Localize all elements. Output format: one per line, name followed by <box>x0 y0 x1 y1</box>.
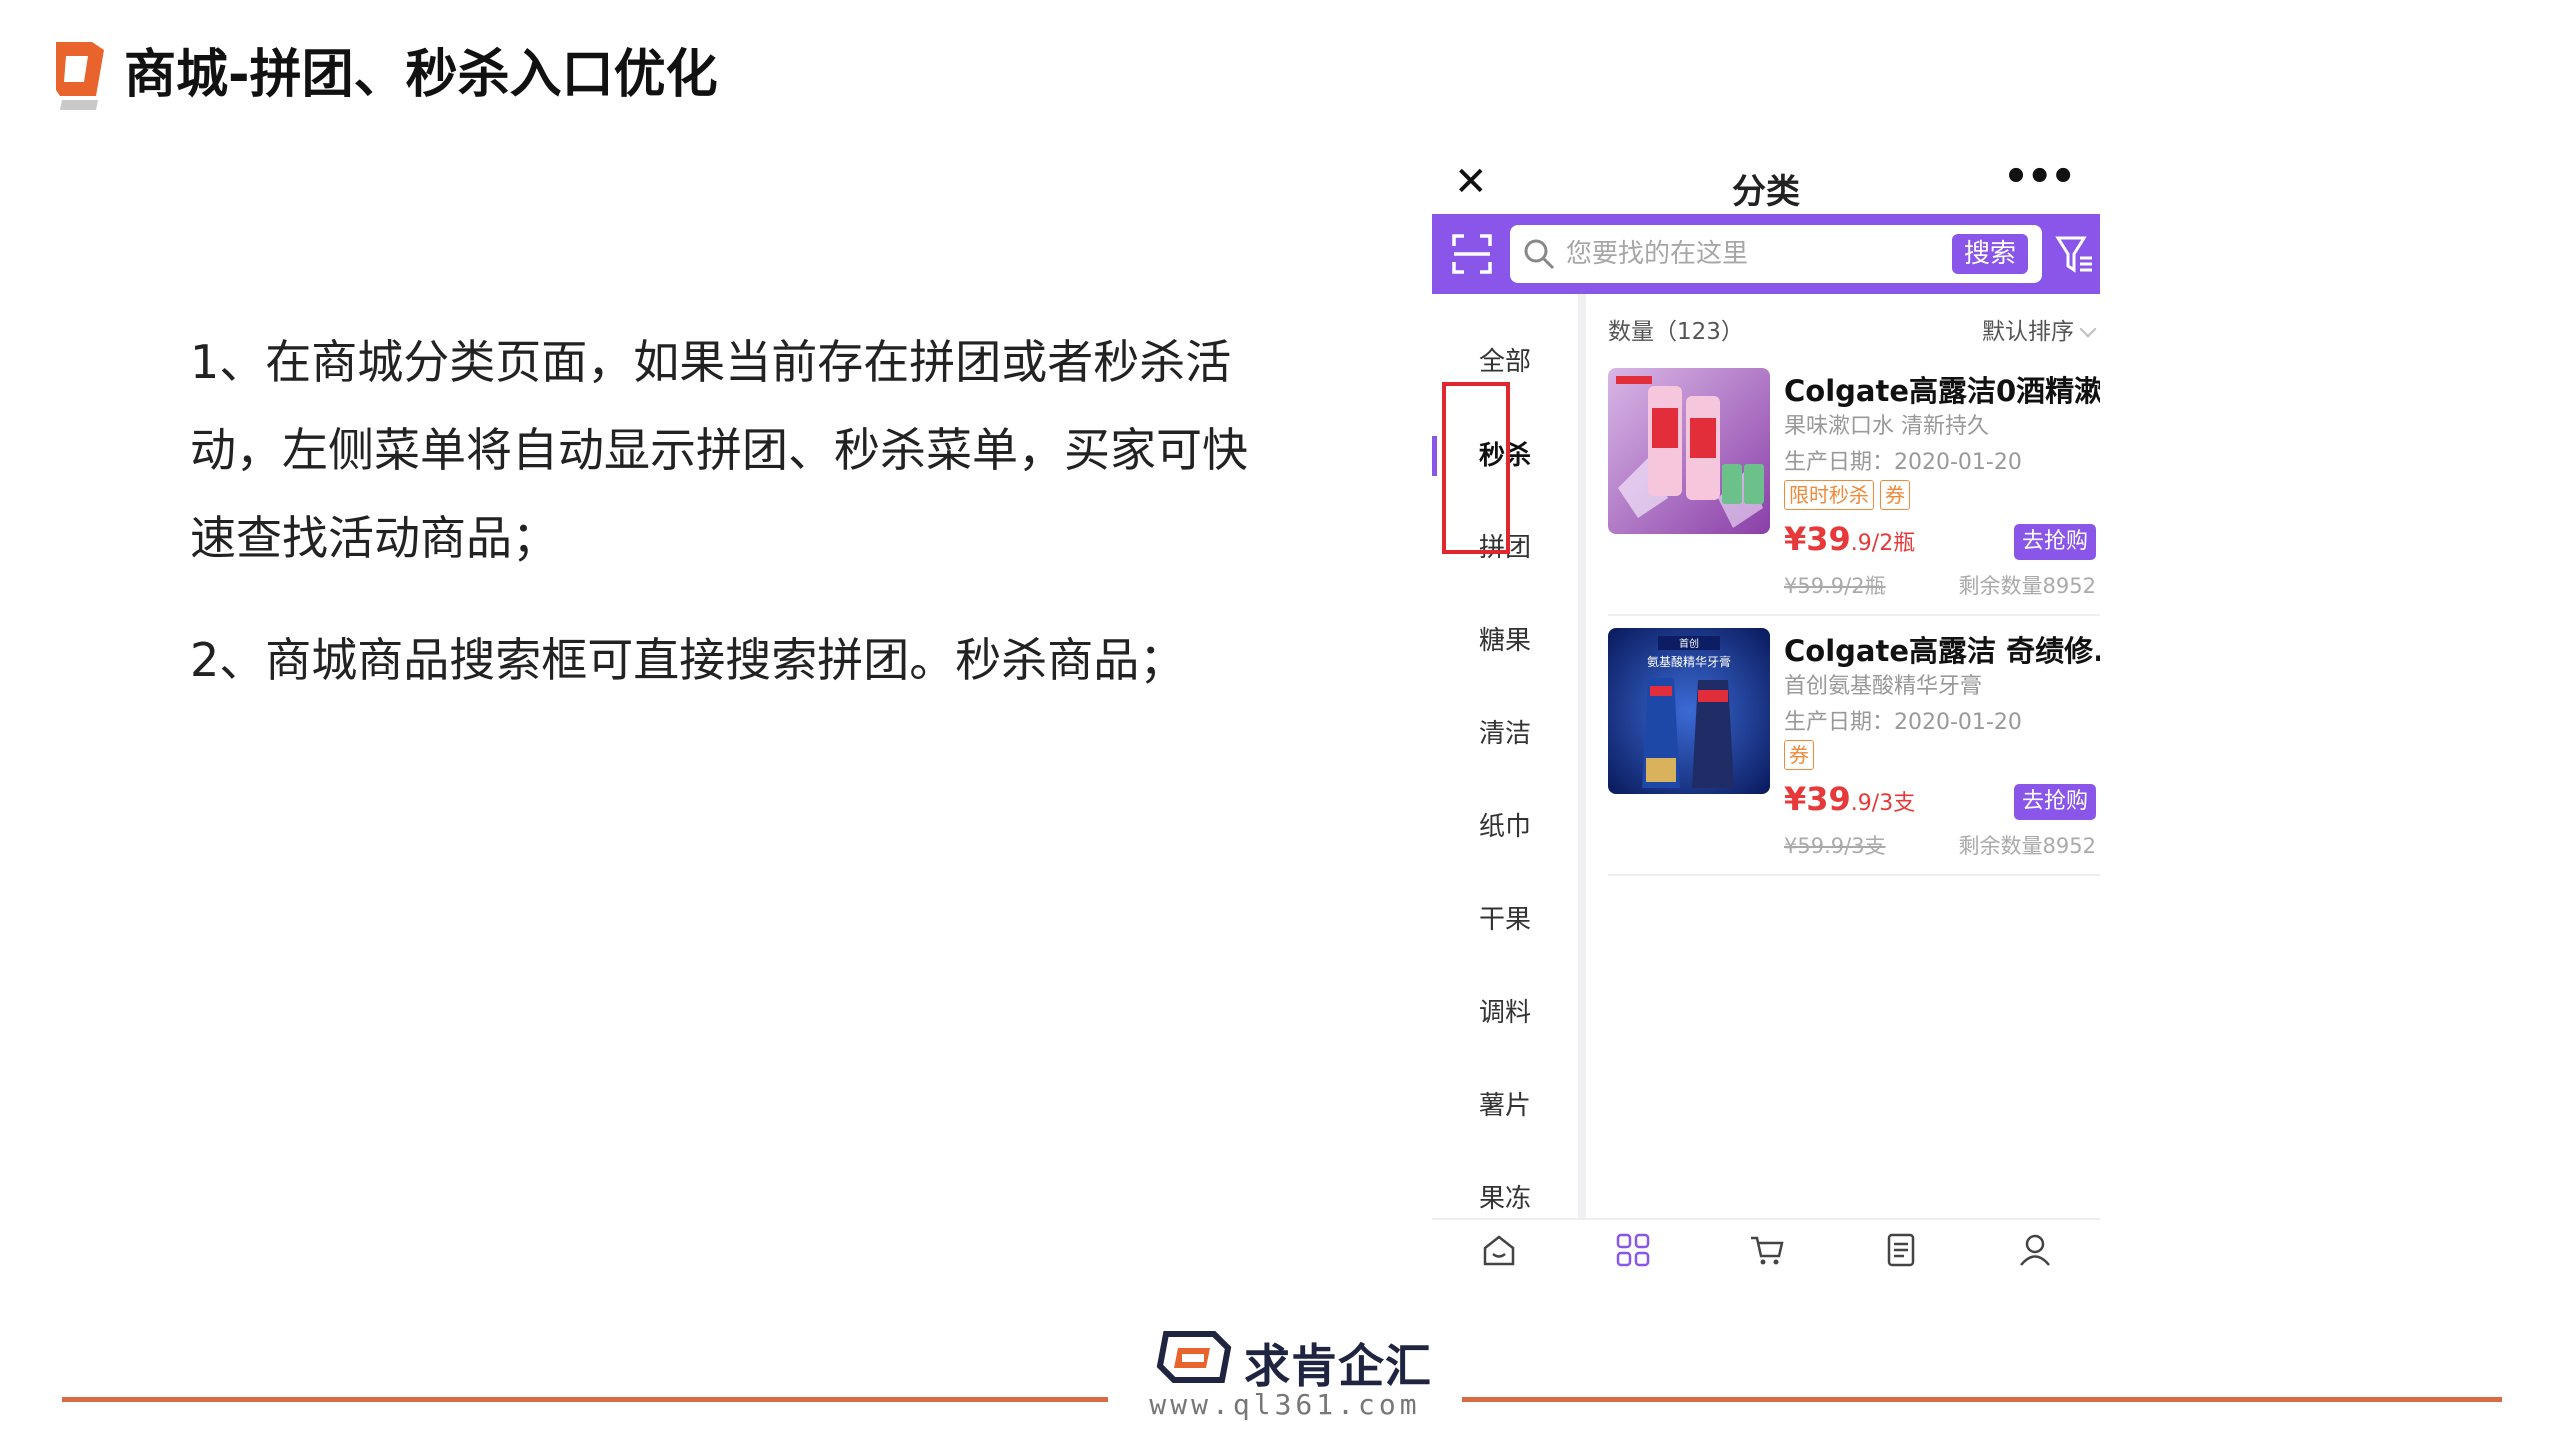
category-item-nuts[interactable]: 干果 <box>1432 890 1578 950</box>
price-unit: .9/3支 <box>1850 791 1916 816</box>
tab-category[interactable] <box>1566 1228 1700 1288</box>
search-placeholder: 您要找的在这里 <box>1566 239 1749 269</box>
nav-title: 分类 <box>1732 172 1800 212</box>
tag-coupon: 券 <box>1784 740 1814 770</box>
description-point-2: 2、商城商品搜索框可直接搜索拼团。秒杀商品； <box>190 633 1186 687</box>
count-label: 数量（123） <box>1608 319 1744 345</box>
product-price: ¥39.9/2瓶 <box>1784 520 1915 558</box>
product-card[interactable]: 首创 氨基酸精华牙膏 Colgate高露洁 奇绩修... 首创氨基酸精华牙膏 生… <box>1608 628 2100 876</box>
brand-name: 求肯企汇 <box>1244 1339 1432 1393</box>
sort-dropdown[interactable]: 默认排序 <box>1982 312 2097 346</box>
image-text-title: 氨基酸精华牙膏 <box>1647 654 1731 669</box>
search-bar: 您要找的在这里 搜索 <box>1432 214 2100 294</box>
category-item-seasoning[interactable]: 调料 <box>1432 983 1578 1043</box>
scan-icon[interactable] <box>1450 232 1494 276</box>
footer-brand: 求肯企汇 www.ql361.com <box>1108 1316 1462 1428</box>
cart-icon <box>1751 1236 1784 1265</box>
price-main: ¥39 <box>1784 780 1851 818</box>
footer-divider-right <box>1462 1397 2502 1402</box>
original-price: ¥59.9/2瓶 <box>1784 574 1886 598</box>
original-price: ¥59.9/3支 <box>1784 834 1886 858</box>
buy-now-button[interactable]: 去抢购 <box>2014 784 2096 820</box>
description: 1、在商城分类页面，如果当前存在拼团或者秒杀活动，左侧菜单将自动显示拼团、秒杀菜… <box>190 318 1290 704</box>
category-item-candy[interactable]: 糖果 <box>1432 611 1578 671</box>
sort-label: 默认排序 <box>1982 319 2074 345</box>
search-button[interactable]: 搜索 <box>1952 234 2028 274</box>
highlight-box <box>1442 382 1510 554</box>
category-sidebar: 全部 秒杀 拼团 糖果 清洁 纸巾 干果 调料 薯片 果冻 <box>1432 294 1578 1218</box>
brand-logo-icon <box>1156 1331 1232 1383</box>
product-tags: 限时秒杀券 <box>1784 480 1916 512</box>
tag-coupon: 券 <box>1880 480 1910 510</box>
more-icon[interactable]: ••• <box>2003 160 2076 200</box>
tab-bar <box>1432 1218 2100 1300</box>
orders-icon <box>1887 1233 1915 1267</box>
product-date: 生产日期：2020-01-20 <box>1784 450 2022 475</box>
product-image-mouthwash <box>1608 368 1770 534</box>
product-list: 数量（123） 默认排序 Colgate高露洁0酒精漱 果味漱口水 清新持久 生… <box>1586 294 2100 1218</box>
product-subtitle: 果味漱口水 清新持久 <box>1784 414 1989 439</box>
price-unit: .9/2瓶 <box>1850 531 1916 556</box>
tag-seckill: 限时秒杀 <box>1784 480 1874 510</box>
category-icon <box>1616 1233 1650 1267</box>
profile-icon <box>2020 1234 2050 1266</box>
filter-icon[interactable] <box>2054 230 2096 278</box>
home-icon <box>1483 1235 1515 1266</box>
buy-now-button[interactable]: 去抢购 <box>2014 524 2096 560</box>
product-date: 生产日期：2020-01-20 <box>1784 710 2022 735</box>
product-name: Colgate高露洁0酒精漱... <box>1784 374 2100 408</box>
chevron-down-icon <box>2079 320 2097 338</box>
brand-url: www.ql361.com <box>1149 1388 1421 1421</box>
slide-logo-icon <box>56 42 104 110</box>
slide-title: 商城-拼团、秒杀入口优化 <box>124 45 718 105</box>
stock-remaining: 剩余数量8952 <box>1958 834 2096 858</box>
tab-orders[interactable] <box>1834 1228 1968 1288</box>
tab-profile[interactable] <box>1968 1228 2100 1288</box>
stock-remaining: 剩余数量8952 <box>1958 574 2096 598</box>
category-item-chips[interactable]: 薯片 <box>1432 1076 1578 1136</box>
product-price: ¥39.9/3支 <box>1784 780 1915 818</box>
image-text-brand: 首创 <box>1679 637 1699 650</box>
price-main: ¥39 <box>1784 520 1851 558</box>
nav-bar: ✕ 分类 ••• <box>1432 160 2100 214</box>
product-tags: 券 <box>1784 740 1820 772</box>
search-icon <box>1524 239 1555 270</box>
footer-divider-left <box>62 1397 1110 1402</box>
product-image-toothpaste: 首创 氨基酸精华牙膏 <box>1608 628 1770 794</box>
category-item-tissue[interactable]: 纸巾 <box>1432 797 1578 857</box>
phone-mockup: ✕ 分类 ••• 您要找的在这里 搜索 全部 秒杀 拼团 糖果 清洁 纸巾 干果… <box>1432 160 2100 1300</box>
sidebar-divider <box>1578 294 1586 1218</box>
product-card[interactable]: Colgate高露洁0酒精漱... 果味漱口水 清新持久 生产日期：2020-0… <box>1608 368 2100 616</box>
search-input[interactable]: 您要找的在这里 搜索 <box>1510 225 2042 283</box>
product-name: Colgate高露洁 奇绩修... <box>1784 634 2100 668</box>
product-subtitle: 首创氨基酸精华牙膏 <box>1784 674 1983 699</box>
description-point-1: 1、在商城分类页面，如果当前存在拼团或者秒杀活动，左侧菜单将自动显示拼团、秒杀菜… <box>190 335 1248 565</box>
category-item-cleaning[interactable]: 清洁 <box>1432 704 1578 764</box>
tab-home[interactable] <box>1432 1228 1566 1288</box>
tab-cart[interactable] <box>1700 1228 1834 1288</box>
